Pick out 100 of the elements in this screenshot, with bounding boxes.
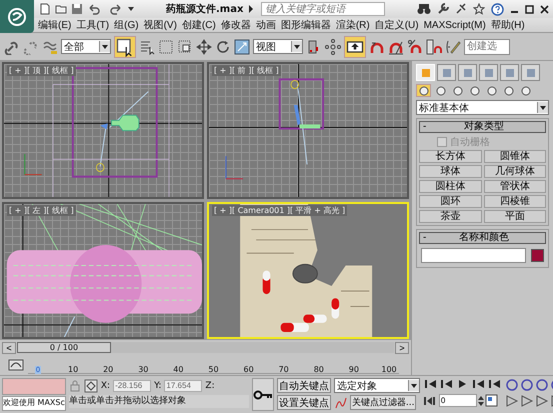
new-file-icon[interactable] [39,3,51,15]
key-icon [252,390,273,400]
menu-item[interactable]: 编辑(E) [38,18,72,32]
maximize-icon[interactable] [525,4,534,14]
absolute-mode-icon[interactable] [84,378,98,392]
object-type-button[interactable]: 圆锥体 [484,150,546,163]
search-field[interactable]: 键入关键字或短语 [261,2,386,16]
viewport-label[interactable]: [ + ][ 前 ][ 线框 ] [212,65,281,76]
object-name-field[interactable] [421,248,526,263]
key-mode-dropdown[interactable]: 选定对象 [334,378,420,393]
object-type-button[interactable]: 圆环 [419,195,482,208]
key-filters-button[interactable]: 关键点过滤器... [350,395,416,410]
named-selection-field[interactable]: 创建选 [464,38,510,55]
key-mode-toggle-icon[interactable] [422,394,438,406]
object-type-button[interactable]: 四棱锥 [484,195,546,208]
viewport[interactable]: [ + ][ Camera001 ][ 平滑 + 高光 ] [207,202,409,340]
frame-number: 50 [208,365,219,374]
viewport[interactable]: [ + ][ 前 ][ 线框 ] [207,62,409,200]
menu-item[interactable]: MAXScript(M) [424,20,486,31]
spinner-snap-icon[interactable] [426,38,442,55]
object-type-button[interactable]: 圆柱体 [419,180,482,193]
set-key-toggle[interactable] [252,378,274,411]
viewport-label[interactable]: [ + ][ Camera001 ][ 平滑 + 高光 ] [212,205,348,216]
time-configuration-icon[interactable] [484,394,498,407]
viewport-label[interactable]: [ + ][ 左 ][ 线框 ] [7,205,76,216]
manipulate-icon[interactable] [325,38,341,55]
help-icon[interactable] [491,2,504,16]
maxscript-listener-field[interactable] [2,378,66,395]
category-dropdown[interactable]: 标准基本体 [416,100,549,115]
previous-frame-icon[interactable] [438,378,454,390]
rectangle-selection-icon[interactable] [158,38,174,55]
sphere-icon[interactable] [416,84,431,97]
object-type-button[interactable]: 球体 [419,165,482,178]
object-type-button[interactable]: 管状体 [484,180,546,193]
move-icon[interactable] [196,38,212,55]
rotate-icon[interactable] [215,38,231,55]
tangent-curve-icon[interactable] [334,396,348,410]
selection-filter-dropdown[interactable]: 全部 [61,39,111,54]
menu-item[interactable]: 动画 [256,18,276,32]
frame-number: 60 [244,365,254,374]
object-type-button[interactable]: 茶壶 [419,210,482,223]
close-icon[interactable] [540,4,549,14]
rollout-header[interactable]: - 名称和颜色 [419,232,546,244]
y-label: Y: [154,380,162,390]
star-icon[interactable] [473,3,485,15]
keyboard-shortcut-icon[interactable] [344,36,366,58]
frame-number: 20 [103,365,114,374]
select-by-name-icon[interactable] [139,38,155,55]
dropdown-arrow-icon[interactable] [127,5,135,13]
viewport[interactable]: [ + ][ 左 ][ 线框 ] [2,202,204,340]
frame-number: 40 [173,365,184,374]
menu-item[interactable]: 组(G) [114,18,139,32]
select-object-icon[interactable] [114,36,136,58]
save-icon[interactable] [71,3,83,15]
menu-item[interactable]: 渲染(R) [336,18,370,32]
x-label: X: [100,380,110,390]
wrench-icon[interactable] [437,3,449,15]
frame-number: 90 [348,365,359,374]
curve-editor-icon[interactable] [8,359,24,372]
frame-number: 80 [314,365,324,374]
rollout-header[interactable]: - 对象类型 [419,121,546,133]
frame-number: 10 [68,365,78,374]
coordinate-system-dropdown[interactable]: 视图 [253,39,303,54]
file-name: 药瓶源文件.max [166,2,244,16]
z-label: Z: [205,380,215,390]
viewport-label[interactable]: [ + ][ 顶 ][ 线框 ] [7,65,76,76]
go-to-end-icon[interactable] [486,378,502,390]
binoculars-icon[interactable] [417,3,431,15]
object-type-button[interactable]: 长方体 [419,150,482,163]
open-folder-icon[interactable] [55,3,67,15]
x-coordinate-field[interactable]: -28.156 [113,380,152,392]
expand-arrow-icon[interactable] [248,5,254,13]
viewport[interactable]: [ + ][ 顶 ][ 线框 ] [2,62,204,200]
menu-item[interactable]: 帮助(H) [490,18,525,32]
menu-item[interactable]: 视图(V) [144,18,177,32]
object-type-button[interactable]: 平面 [484,210,546,223]
scale-icon[interactable] [234,38,250,55]
object-color-swatch[interactable] [531,249,544,262]
menu-item[interactable]: 工具(T) [76,18,110,32]
next-frame-button[interactable]: > [395,342,409,354]
menu-item[interactable]: 修改器 [220,18,251,32]
next-frame-icon[interactable] [470,378,486,390]
time-slider-thumb[interactable]: 0 / 100 [17,342,111,354]
maxscript-mini-listener[interactable]: 欢迎使用 MAXSc [2,396,66,411]
auto-key-button[interactable]: 自动关键点 [276,378,331,393]
percent-snap-icon[interactable] [407,38,423,55]
edit-named-selection-icon[interactable] [445,38,461,55]
go-to-start-icon[interactable] [422,378,438,390]
menu-item[interactable]: 自定义(U) [374,18,419,32]
object-type-button[interactable]: 几何球体 [484,165,546,178]
menu-item[interactable]: 创建(C) [182,18,216,32]
frame-number: 30 [138,365,148,374]
frame-number: 100 [381,365,397,374]
previous-frame-button[interactable]: < [2,342,16,354]
menu-item[interactable]: 图形编辑器 [280,18,331,32]
y-coordinate-field[interactable]: 17.654 [164,380,202,392]
current-frame-field[interactable]: 0 [438,394,477,407]
application-logo-icon[interactable] [0,0,34,33]
set-key-button[interactable]: 设置关键点 [276,395,331,410]
window-crossing-icon[interactable] [177,38,193,55]
